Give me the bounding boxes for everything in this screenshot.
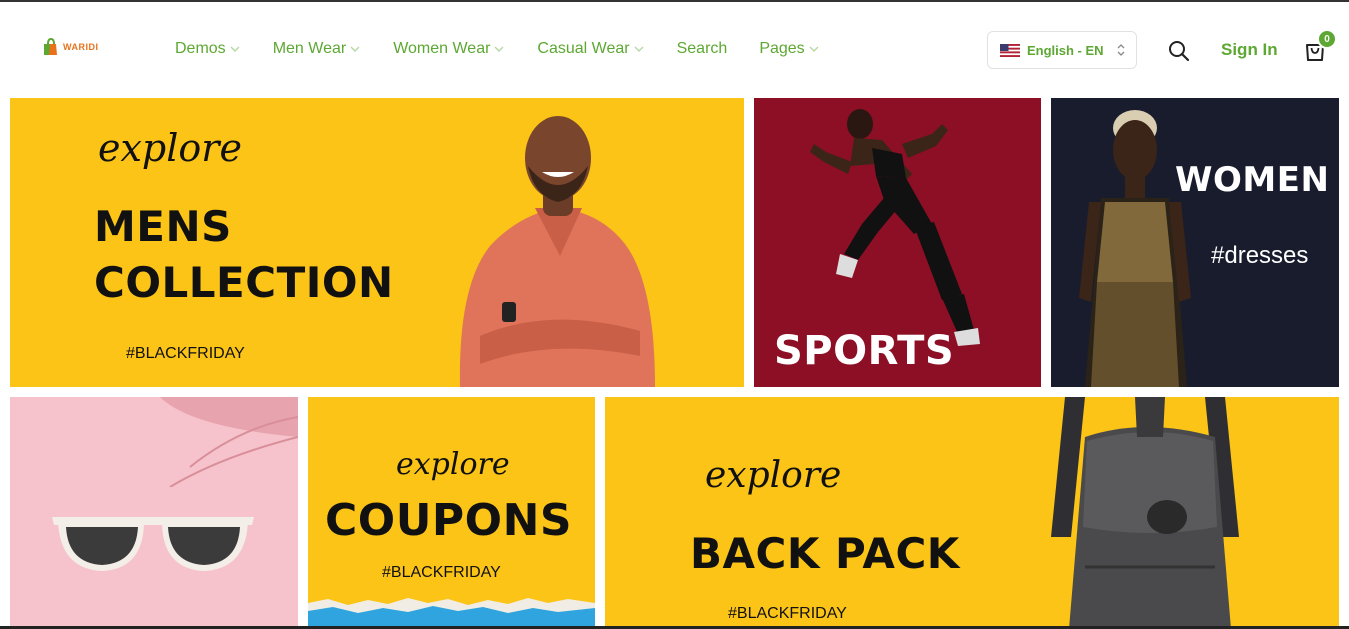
nav-search[interactable]: Search [677,40,728,58]
site-header: WARIDI Demos Men Wear Women Wear Casual … [0,2,1349,96]
nav-label: Search [676,40,728,57]
nav-pages[interactable]: Pages [759,40,819,58]
coupons-banner[interactable]: explore COUPONS #BLACKFRIDAY [308,397,595,629]
banner-title: SPORTS [774,328,955,374]
chevron-down-icon [230,46,240,52]
sunglasses-image [52,517,254,571]
palm-leaf-image [160,397,298,487]
chevron-down-icon [634,46,644,52]
banner-hashtag: #BLACKFRIDAY [382,564,501,581]
chevron-down-icon [809,46,819,52]
backpack-banner[interactable]: explore BACK PACK #BLACKFRIDAY [605,397,1339,629]
woman-dress-image [1079,110,1191,387]
banner-title: BACK PACK [690,529,960,578]
explore-script: explore [396,447,510,482]
nav-label: Demos [175,40,226,57]
logo[interactable]: WARIDI [42,38,99,56]
backpack-image [1051,397,1239,629]
nav-men-wear[interactable]: Men Wear [273,40,362,58]
language-selector[interactable]: English - EN [987,31,1137,69]
logo-text: WARIDI [63,42,99,52]
banner-hashtag: #BLACKFRIDAY [728,605,847,622]
banner-hashtag: #dresses [1211,242,1309,269]
banner-title-line1: MENS [94,202,232,251]
mens-collection-banner[interactable]: explore MENS COLLECTION #BLACKFRIDAY [10,98,744,387]
nav-demos[interactable]: Demos [175,40,241,58]
banner-title: COUPONS [325,495,573,546]
updown-chevron-icon [1117,44,1125,56]
search-icon[interactable] [1168,40,1190,62]
explore-script: explore [705,455,842,496]
us-flag-icon [1000,43,1020,57]
banner-title-line2: COLLECTION [94,258,394,307]
nav-casual-wear[interactable]: Casual Wear [537,40,644,58]
shopping-bag-logo-icon [44,38,57,55]
main-nav: Demos Men Wear Women Wear Casual Wear Se… [175,40,852,58]
sign-in-link[interactable]: Sign In [1221,40,1278,60]
cart-count-badge: 0 [1317,29,1337,49]
sports-banner[interactable]: SPORTS [754,98,1041,387]
man-portrait-image [459,116,655,387]
nav-label: Casual Wear [537,40,630,57]
women-dresses-banner[interactable]: WOMEN #dresses [1051,98,1339,387]
language-label: English - EN [1027,42,1104,58]
banner-hashtag: #BLACKFRIDAY [126,345,245,362]
explore-script: explore [98,126,242,170]
chevron-down-icon [494,46,504,52]
chevron-down-icon [350,46,360,52]
nav-women-wear[interactable]: Women Wear [393,40,505,58]
nav-label: Men Wear [272,40,347,57]
sunglasses-banner[interactable] [10,397,298,629]
nav-label: Women Wear [393,40,491,57]
banner-title: WOMEN [1175,160,1330,200]
nav-label: Pages [759,40,805,57]
torn-paper-decoration [308,598,595,629]
